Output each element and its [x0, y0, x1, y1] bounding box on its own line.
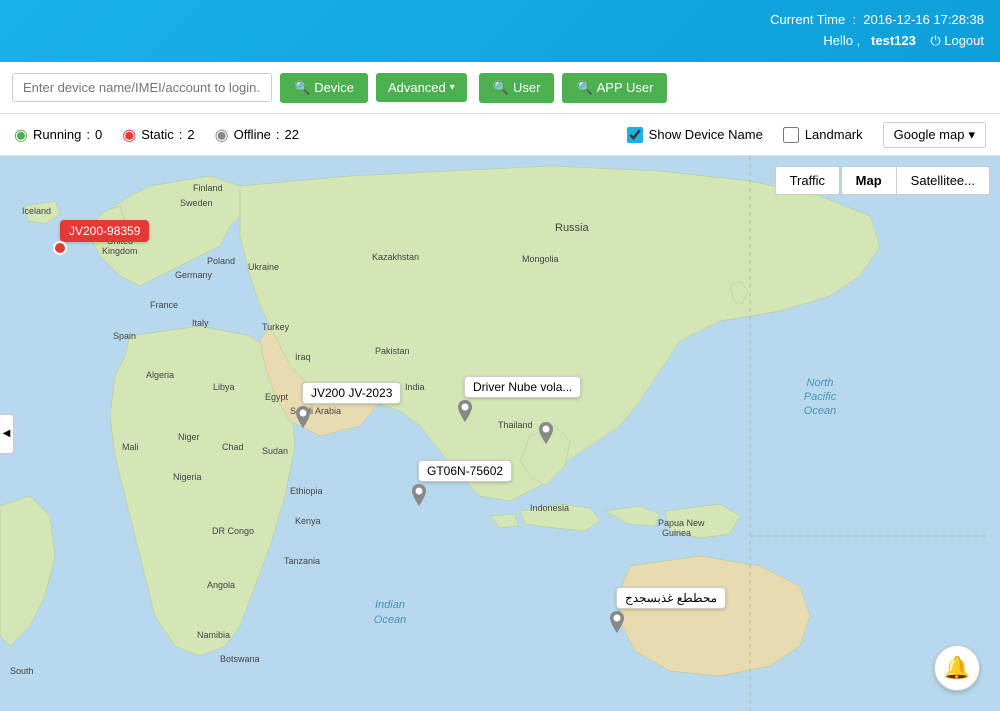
world-map-svg: Russia Finland Sweden Iceland United Kin…: [0, 156, 1000, 711]
app-user-button[interactable]: 🔍 APP User: [562, 73, 667, 103]
statusbar: ◉ Running : 0 ◉ Static : 2 ◉ Offline : 2…: [0, 114, 1000, 156]
svg-text:Iraq: Iraq: [295, 352, 311, 362]
svg-text:Chad: Chad: [222, 442, 244, 452]
svg-text:South: South: [10, 666, 34, 676]
running-status: ◉ Running : 0: [14, 125, 102, 145]
colon2: :: [179, 127, 183, 142]
svg-text:Niger: Niger: [178, 432, 200, 442]
static-dot: ◉: [122, 125, 136, 145]
landmark-area: Landmark: [783, 127, 863, 143]
satellite-view-button[interactable]: Satellitee...: [897, 166, 990, 195]
svg-text:Spain: Spain: [113, 331, 136, 341]
svg-text:Mali: Mali: [122, 442, 139, 452]
svg-text:Kenya: Kenya: [295, 516, 321, 526]
svg-text:North: North: [807, 377, 834, 389]
svg-text:Kazakhstan: Kazakhstan: [372, 252, 419, 262]
offline-status: ◉ Offline : 22: [215, 125, 299, 145]
svg-text:Egypt: Egypt: [265, 392, 289, 402]
svg-text:DR Congo: DR Congo: [212, 526, 254, 536]
chevron-map-icon: ▾: [968, 127, 975, 143]
svg-text:Botswana: Botswana: [220, 654, 260, 664]
svg-text:Finland: Finland: [193, 183, 223, 193]
device-label-5[interactable]: محططع غذبسجدج: [616, 587, 726, 609]
logout-btn[interactable]: Logout: [944, 33, 984, 48]
device-label-2[interactable]: JV200 JV-2023: [302, 382, 401, 404]
svg-text:Italy: Italy: [192, 318, 209, 328]
device-label-4[interactable]: GT06N-75602: [418, 460, 512, 482]
svg-text:Poland: Poland: [207, 256, 235, 266]
traffic-button[interactable]: Traffic: [775, 166, 840, 195]
svg-text:Mongolia: Mongolia: [522, 254, 559, 264]
svg-text:Nigeria: Nigeria: [173, 472, 202, 482]
bell-icon: 🔔: [943, 655, 970, 681]
logout-icon: ⏻: [930, 33, 940, 48]
device-button[interactable]: 🔍 Device: [280, 73, 368, 103]
svg-text:Germany: Germany: [175, 270, 213, 280]
map-container: Russia Finland Sweden Iceland United Kin…: [0, 156, 1000, 711]
svg-text:Indian: Indian: [375, 599, 405, 611]
notification-bell-button[interactable]: 🔔: [934, 645, 980, 691]
current-time-label: Current Time: [770, 12, 845, 27]
colon3: :: [276, 127, 280, 142]
colon: :: [86, 127, 90, 142]
running-dot: ◉: [14, 125, 28, 145]
header: Current Time : 2016-12-16 17:28:38 Hello…: [0, 0, 1000, 62]
current-time-value: 2016-12-16 17:28:38: [863, 12, 984, 27]
svg-text:Turkey: Turkey: [262, 322, 290, 332]
collapse-sidebar-button[interactable]: ◀: [0, 414, 14, 454]
map-satellite-toggle: Map Satellitee...: [841, 166, 990, 195]
header-info: Current Time : 2016-12-16 17:28:38 Hello…: [770, 10, 984, 52]
toolbar: 🔍 Device Advanced ▾ 🔍 User 🔍 APP User: [0, 62, 1000, 114]
marker-pin-1: [53, 241, 67, 255]
marker-pin-2: [294, 406, 312, 426]
svg-text:Thailand: Thailand: [498, 420, 533, 430]
svg-text:Pacific: Pacific: [804, 391, 837, 403]
svg-text:Sweden: Sweden: [180, 198, 213, 208]
search-icon: 🔍: [294, 80, 310, 96]
user-button[interactable]: 🔍 User: [479, 73, 555, 103]
svg-text:Guinea: Guinea: [662, 528, 691, 538]
device-label-3[interactable]: Driver Nube vola...: [464, 376, 581, 398]
google-map-button[interactable]: Google map ▾: [883, 122, 986, 148]
static-status: ◉ Static : 2: [122, 125, 194, 145]
username: test123: [871, 33, 916, 48]
search-input[interactable]: [12, 73, 272, 102]
svg-text:Tanzania: Tanzania: [284, 556, 320, 566]
svg-text:Libya: Libya: [213, 382, 235, 392]
svg-text:France: France: [150, 300, 178, 310]
svg-text:India: India: [405, 382, 425, 392]
marker-pin-3: [456, 400, 474, 420]
svg-text:Namibia: Namibia: [197, 630, 230, 640]
svg-text:Sudan: Sudan: [262, 446, 288, 456]
svg-text:Kingdom: Kingdom: [102, 246, 138, 256]
search-icon-app: 🔍: [576, 80, 592, 96]
marker-pin-3b: [537, 422, 555, 442]
map-view-button[interactable]: Map: [841, 166, 897, 195]
svg-text:Papua New: Papua New: [658, 518, 705, 528]
landmark-checkbox[interactable]: [783, 127, 799, 143]
show-device-name-checkbox[interactable]: [627, 127, 643, 143]
offline-dot: ◉: [215, 125, 229, 145]
svg-text:Ocean: Ocean: [804, 405, 836, 417]
hello-label: Hello ,: [823, 33, 860, 48]
svg-text:Indonesia: Indonesia: [530, 503, 569, 513]
svg-text:Russia: Russia: [555, 222, 590, 234]
svg-text:Ukraine: Ukraine: [248, 262, 279, 272]
svg-text:Ocean: Ocean: [374, 614, 406, 626]
svg-text:Iceland: Iceland: [22, 206, 51, 216]
chevron-down-icon: ▾: [450, 82, 455, 93]
advanced-button[interactable]: Advanced ▾: [376, 73, 467, 102]
svg-text:Algeria: Algeria: [146, 370, 174, 380]
marker-pin-5: [608, 611, 626, 631]
svg-text:Angola: Angola: [207, 580, 235, 590]
svg-text:Ethiopia: Ethiopia: [290, 486, 323, 496]
search-icon-user: 🔍: [493, 80, 509, 96]
svg-text:Pakistan: Pakistan: [375, 346, 410, 356]
marker-pin-4: [410, 484, 428, 504]
device-label-1[interactable]: JV200-98359: [60, 220, 149, 242]
show-device-name-area: Show Device Name: [627, 127, 763, 143]
